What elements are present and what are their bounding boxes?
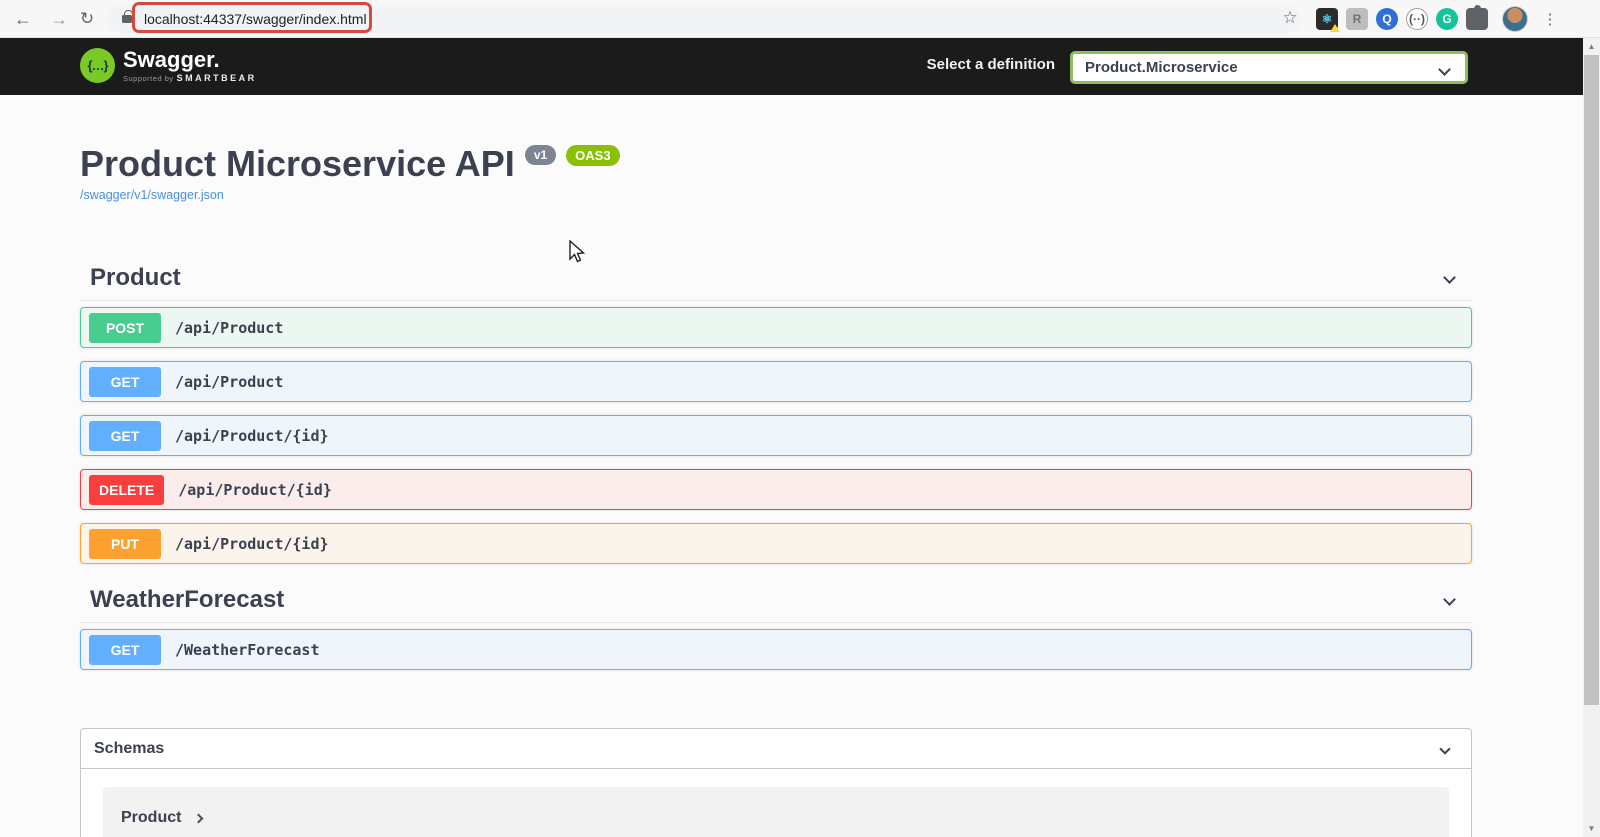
swagger-brand-text: Swagger.	[123, 47, 220, 72]
chevron-right-icon	[194, 813, 204, 823]
schemas-title: Schemas	[94, 739, 165, 757]
model-name: Product	[121, 809, 182, 826]
swagger-logo[interactable]: {…} Swagger. Supported by SMARTBEAR	[80, 48, 257, 83]
method-badge: DELETE	[89, 474, 165, 505]
operations: POST /api/Product GET /api/Product GET /…	[80, 301, 1472, 564]
url-text[interactable]: localhost:44337/swagger/index.html	[144, 11, 367, 27]
extensions-row: ⚛ R Q (··) G	[1316, 5, 1488, 32]
operation-path: /api/Product/{id}	[175, 426, 329, 445]
section-title: WeatherForecast	[90, 585, 285, 613]
address-bar[interactable]: localhost:44337/swagger/index.html	[108, 5, 1300, 33]
browser-menu-icon[interactable]: ⋮	[1540, 6, 1560, 32]
definition-select[interactable]: Product.Microservice	[1070, 51, 1468, 84]
select-definition-label: Select a definition	[926, 56, 1055, 73]
react-devtools-icon[interactable]: ⚛	[1316, 8, 1340, 32]
tag-header[interactable]: Product	[80, 255, 1472, 301]
operation-path: /api/Product	[175, 318, 284, 337]
schemas-header[interactable]: Schemas	[81, 729, 1471, 769]
search-extension-icon[interactable]: Q	[1376, 8, 1398, 30]
method-badge: GET	[89, 420, 161, 451]
models-container: Product	[81, 769, 1471, 837]
page-title: Product Microservice API	[80, 143, 515, 184]
operation-row[interactable]: PUT /api/Product/{id}	[80, 523, 1472, 564]
oas3-badge: OAS3	[566, 145, 620, 166]
tag-header[interactable]: WeatherForecast	[80, 577, 1472, 623]
api-sections: Product POST /api/Product GET /api/Produ…	[80, 243, 1472, 683]
swagger-topbar: {…} Swagger. Supported by SMARTBEAR Selec…	[0, 38, 1600, 95]
chevron-down-icon	[1439, 742, 1451, 755]
definition-select-value: Product.Microservice	[1085, 59, 1238, 76]
schemas-section: Schemas Product	[80, 728, 1472, 837]
operation-row[interactable]: DELETE /api/Product/{id}	[80, 469, 1472, 510]
supported-by-text: Supported by	[123, 74, 174, 83]
browser-reload-icon[interactable]: ↻	[74, 6, 100, 32]
spec-json-link[interactable]: /swagger/v1/swagger.json	[80, 188, 224, 202]
browser-forward-icon[interactable]: →	[46, 6, 72, 32]
scrollbar-down-icon[interactable]: ▼	[1583, 820, 1600, 837]
method-badge: PUT	[89, 528, 161, 559]
operation-row[interactable]: GET /api/Product	[80, 361, 1472, 402]
operation-path: /api/Product/{id}	[178, 480, 332, 499]
profile-avatar[interactable]	[1502, 6, 1528, 32]
scrollbar-up-icon[interactable]: ▲	[1583, 38, 1600, 55]
method-badge: GET	[89, 634, 161, 665]
method-badge: GET	[89, 366, 161, 397]
api-tag-section: Product POST /api/Product GET /api/Produ…	[80, 255, 1472, 564]
api-tag-section: WeatherForecast GET /WeatherForecast	[80, 577, 1472, 670]
chevron-down-icon	[1443, 593, 1456, 606]
operation-path: /api/Product/{id}	[175, 534, 329, 553]
puzzle-extension-icon[interactable]	[1466, 5, 1488, 30]
bookmark-star-icon[interactable]: ☆	[1278, 6, 1302, 30]
grammarly-icon[interactable]: G	[1436, 8, 1458, 30]
paren-extension-icon[interactable]: (··)	[1406, 8, 1428, 30]
operation-path: /WeatherForecast	[175, 640, 320, 659]
operation-row[interactable]: GET /WeatherForecast	[80, 629, 1472, 670]
operation-row[interactable]: POST /api/Product	[80, 307, 1472, 348]
page-scrollbar[interactable]: ▲ ▼	[1583, 38, 1600, 837]
screenshot-root: ← → ↻ localhost:44337/swagger/index.html…	[0, 0, 1600, 837]
lock-icon	[122, 10, 133, 23]
chevron-down-icon	[1443, 271, 1456, 284]
schema-model-row[interactable]: Product	[103, 787, 1449, 837]
browser-toolbar: ← → ↻ localhost:44337/swagger/index.html…	[0, 0, 1600, 38]
operations: GET /WeatherForecast	[80, 623, 1472, 670]
swagger-logo-icon: {…}	[80, 48, 115, 83]
operation-path: /api/Product	[175, 372, 284, 391]
browser-back-icon[interactable]: ←	[10, 6, 36, 32]
scrollbar-thumb[interactable]	[1584, 55, 1599, 705]
method-badge: POST	[89, 312, 161, 343]
section-title: Product	[90, 263, 181, 291]
smartbear-text: SMARTBEAR	[176, 73, 257, 83]
r-extension-icon[interactable]: R	[1346, 8, 1368, 30]
swagger-supported-by: Supported by SMARTBEAR	[123, 73, 257, 83]
version-badge: v1	[524, 145, 557, 165]
operation-row[interactable]: GET /api/Product/{id}	[80, 415, 1472, 456]
chevron-down-icon	[1438, 63, 1451, 76]
